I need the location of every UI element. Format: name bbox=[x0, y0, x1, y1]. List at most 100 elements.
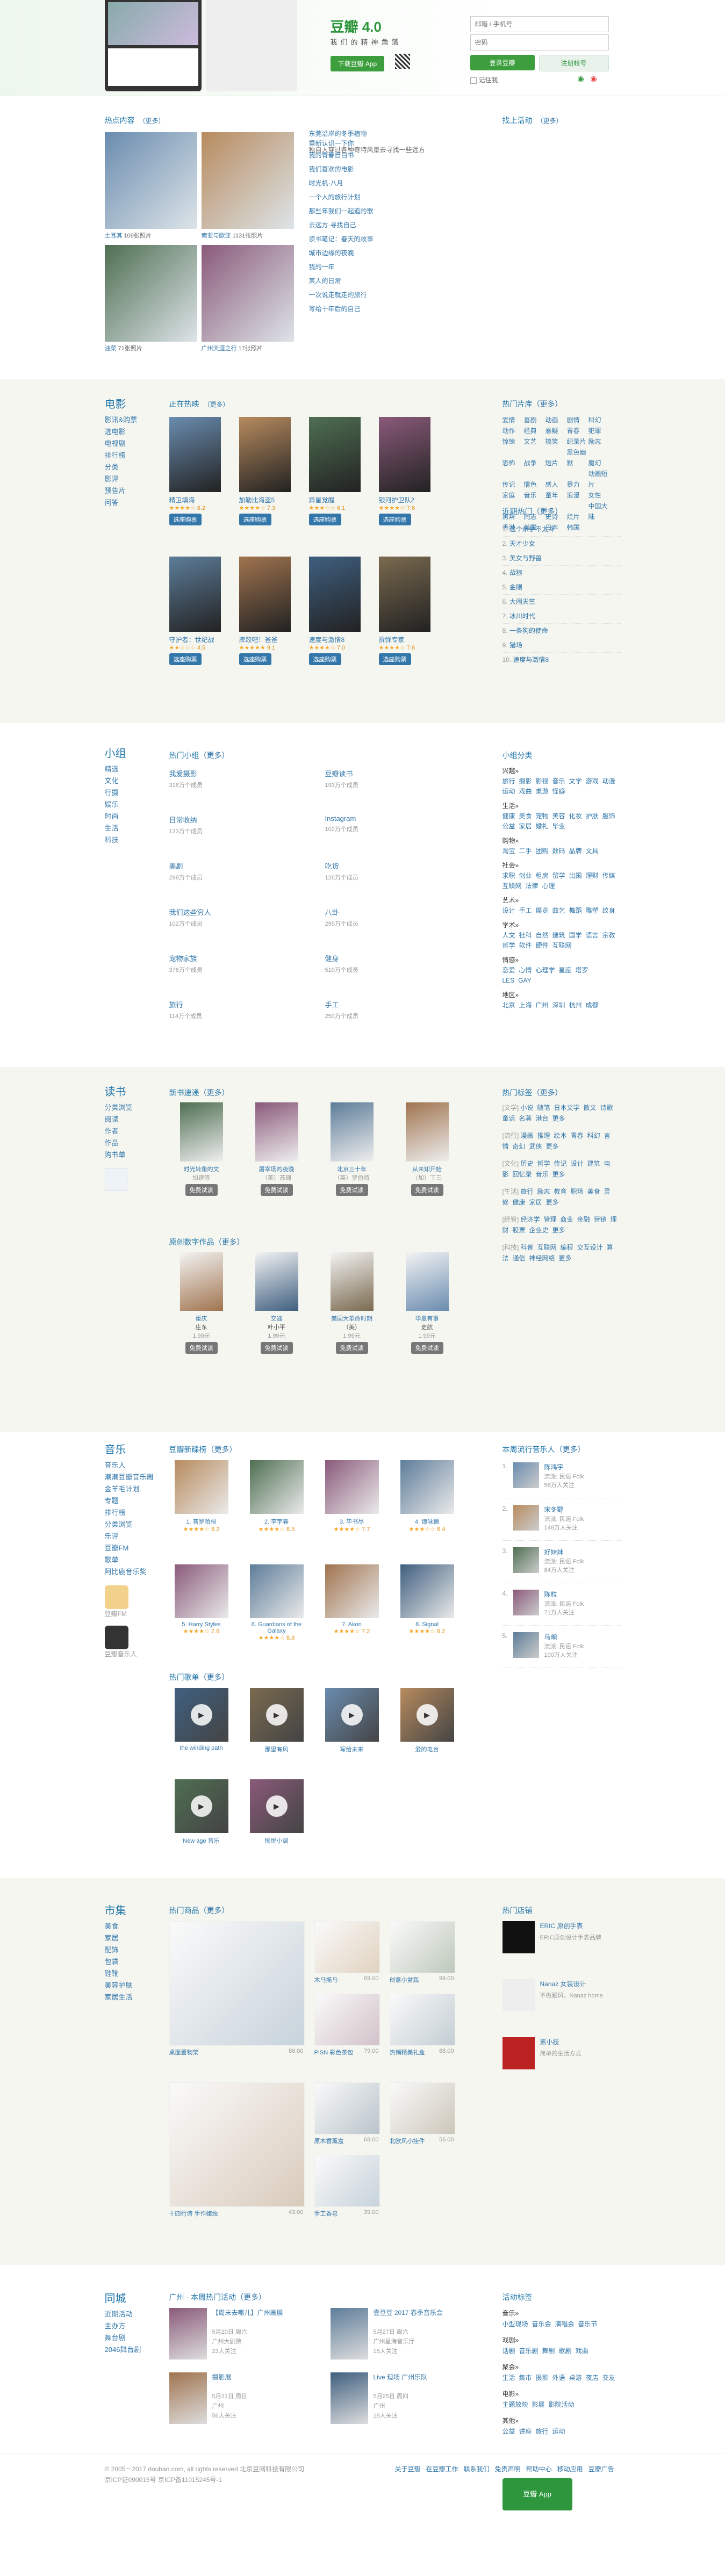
group-cat-tag[interactable]: 语言 bbox=[586, 932, 599, 939]
city-cat-tag[interactable]: 公益 bbox=[503, 2428, 515, 2435]
group-cat-tag[interactable]: 音乐 bbox=[552, 777, 565, 785]
group-cat-tag[interactable]: 公益 bbox=[503, 822, 515, 830]
play-icon[interactable]: ▶ bbox=[190, 1795, 212, 1817]
album-cover[interactable] bbox=[325, 1460, 379, 1514]
group-name[interactable]: 健身 bbox=[325, 953, 470, 963]
group-cat-tag[interactable]: 心情 bbox=[519, 966, 532, 974]
movie-nav-item[interactable]: 影评 bbox=[105, 473, 164, 485]
book-tag[interactable]: 名著 bbox=[519, 1115, 532, 1122]
movie-card[interactable]: 精卫填海 ★★★★☆ 8.2 选座购票 bbox=[169, 417, 228, 525]
hot-photo-card[interactable]: 南亚与欧亚 1131张照片 bbox=[201, 132, 294, 240]
movie-tag[interactable]: 烂片 bbox=[567, 511, 588, 522]
ebook-card[interactable]: 美国大革命时期 （美） 1.99元 免费试读 bbox=[320, 1252, 384, 1354]
album-card[interactable]: 1. 普罗哈根 ★★★★☆ 8.2 bbox=[169, 1460, 234, 1533]
book-tag[interactable]: 推理 bbox=[537, 1132, 550, 1139]
movie-poster[interactable] bbox=[308, 417, 361, 492]
market-nav-item[interactable]: 家居生活 bbox=[105, 1991, 164, 2003]
playlist-cover[interactable]: ▶ bbox=[249, 1688, 304, 1742]
group-item[interactable]: 我爱摄影 316万个成员 bbox=[169, 768, 314, 789]
shop-logo[interactable] bbox=[502, 2037, 535, 2069]
movie-poster[interactable] bbox=[378, 557, 430, 632]
book-tag[interactable]: 商业 bbox=[561, 1216, 573, 1223]
movie-tag[interactable]: 爱情 bbox=[503, 415, 524, 425]
market-nav-item[interactable]: 美容护肤 bbox=[105, 1980, 164, 1991]
city-nav-item[interactable]: 主办方 bbox=[105, 2320, 164, 2332]
ebook-cover[interactable] bbox=[330, 1252, 374, 1311]
remember-checkbox[interactable] bbox=[470, 77, 477, 84]
movie-tag[interactable]: 女性 bbox=[588, 490, 610, 501]
shop-logo[interactable] bbox=[502, 1979, 535, 2011]
buy-ticket-button[interactable]: 选座购票 bbox=[308, 514, 341, 525]
product-card[interactable]: 桌面置物架 86.00 bbox=[169, 1921, 305, 2057]
city-cat-title[interactable]: 戏剧» bbox=[503, 2335, 621, 2346]
movie-poster[interactable] bbox=[239, 557, 291, 632]
movie-poster[interactable] bbox=[169, 557, 221, 632]
product-card[interactable]: 原木香薰盒 68.00 bbox=[314, 2082, 380, 2145]
group-item[interactable]: 我们这些穷人 102万个成员 bbox=[169, 907, 314, 928]
group-item[interactable]: 八卦 295万个成员 bbox=[325, 907, 470, 928]
right-activity-more-link[interactable]: （更多） bbox=[537, 117, 563, 125]
group-cat-tag[interactable]: 桌游 bbox=[536, 788, 549, 795]
movie-rank-item[interactable]: 7. 冰川时代 bbox=[502, 609, 621, 624]
new-book-card[interactable]: 北京三十年 （英）罗伯特 免费试读 bbox=[320, 1102, 384, 1196]
group-cat-tag[interactable]: 婚礼 bbox=[536, 822, 549, 830]
musician-name[interactable]: 马頔 bbox=[544, 1632, 557, 1641]
hot-article-link[interactable]: 一个人的旅行计划 bbox=[309, 190, 481, 204]
book-tag[interactable]: 健康 bbox=[513, 1199, 526, 1206]
hot-photo[interactable] bbox=[104, 245, 197, 342]
movie-rank-item[interactable]: 9. 猎场 bbox=[502, 638, 621, 653]
group-cat-tag[interactable]: 租房 bbox=[536, 872, 549, 879]
city-cat-tag[interactable]: 演唱会 bbox=[555, 2320, 575, 2328]
book-tag[interactable]: 旅行 bbox=[521, 1188, 534, 1195]
music-nav-item[interactable]: 潮潮豆瓣音乐周 bbox=[105, 1471, 164, 1483]
book-tag[interactable]: 金融 bbox=[577, 1216, 590, 1223]
ebook-card[interactable]: 华夏有事 史航 1.99元 免费试读 bbox=[395, 1252, 460, 1354]
movie-rank-link[interactable]: 美女与野兽 bbox=[509, 554, 542, 562]
city-cat-tag[interactable]: 外语 bbox=[552, 2374, 565, 2382]
market-nav-item[interactable]: 美食 bbox=[105, 1921, 164, 1932]
city-cat-tag[interactable]: 影展 bbox=[532, 2401, 545, 2408]
product-image[interactable] bbox=[389, 1994, 455, 2046]
new-book-card[interactable]: 从未知开始 （加）丁三 免费试读 bbox=[395, 1102, 460, 1196]
footer-link[interactable]: 豆瓣广告 bbox=[588, 2465, 614, 2473]
event-poster[interactable] bbox=[169, 2308, 207, 2359]
album-card[interactable]: 3. 毕书尽 ★★★★☆ 7.7 bbox=[320, 1460, 384, 1533]
music-nav-item[interactable]: 歌单 bbox=[105, 1554, 164, 1566]
book-tag[interactable]: 漫画 bbox=[521, 1132, 534, 1139]
group-cat-tag[interactable]: 星座 bbox=[559, 966, 572, 974]
book-tag[interactable]: 营销 bbox=[594, 1216, 607, 1223]
group-cat-tag[interactable]: 化妆 bbox=[569, 812, 582, 820]
group-cat-tag[interactable]: 美容 bbox=[552, 812, 565, 820]
group-cat-tag[interactable]: 心理学 bbox=[536, 966, 555, 974]
movie-card[interactable]: 异星觉醒 ★★★☆☆ 6.1 选座购票 bbox=[308, 417, 368, 525]
movie-rank-item[interactable]: 10. 速度与激情8 bbox=[502, 653, 621, 667]
group-cat-title[interactable]: 地区» bbox=[503, 990, 621, 1000]
week-musician[interactable]: 5. 马頔 流派: 民谣 Folk 100万人关注 bbox=[502, 1630, 621, 1668]
movie-tag[interactable]: 动画短片 bbox=[588, 468, 610, 490]
event-poster[interactable] bbox=[169, 2372, 207, 2424]
footer-app-banner[interactable]: 豆瓣 App bbox=[502, 2478, 572, 2510]
movie-rank-item[interactable]: 8. 一条狗的使命 bbox=[502, 624, 621, 638]
book-cover[interactable] bbox=[330, 1102, 374, 1161]
movie-name[interactable]: 拆弹专家 bbox=[379, 635, 438, 644]
hot-photo-card[interactable]: 油菜 71张照片 bbox=[104, 245, 197, 352]
book-cover[interactable] bbox=[255, 1102, 298, 1161]
download-app-button[interactable]: 下载豆瓣 App bbox=[330, 56, 385, 71]
movie-rank-item[interactable]: 4. 战狼 bbox=[502, 566, 621, 580]
music-nav-item[interactable]: 金羊毛计划 bbox=[105, 1483, 164, 1495]
group-cat-tag[interactable]: 家居 bbox=[519, 822, 532, 830]
group-cat-tag[interactable]: 毕业 bbox=[552, 822, 565, 830]
product-image[interactable] bbox=[314, 2082, 380, 2134]
playlist-name[interactable]: 那里有风 bbox=[245, 1745, 309, 1754]
movie-tag[interactable]: 传记 bbox=[503, 479, 524, 490]
book-tag[interactable]: 企业史 bbox=[529, 1226, 549, 1234]
book-nav-item[interactable]: 分类浏览 bbox=[105, 1102, 164, 1114]
group-cat-tag[interactable]: 护肤 bbox=[586, 812, 599, 820]
city-cat-title[interactable]: 电影» bbox=[503, 2389, 621, 2399]
movie-rank-link[interactable]: 这个杀手不太冷 bbox=[509, 525, 555, 533]
book-tag[interactable]: 哲学 bbox=[537, 1160, 550, 1167]
group-cat-tag[interactable]: 运动 bbox=[503, 788, 515, 795]
movie-tags-more-link[interactable]: （更多） bbox=[533, 400, 563, 408]
playlist-name[interactable]: 写给未来 bbox=[320, 1745, 384, 1754]
group-cat-tag[interactable]: 国学 bbox=[569, 932, 582, 939]
